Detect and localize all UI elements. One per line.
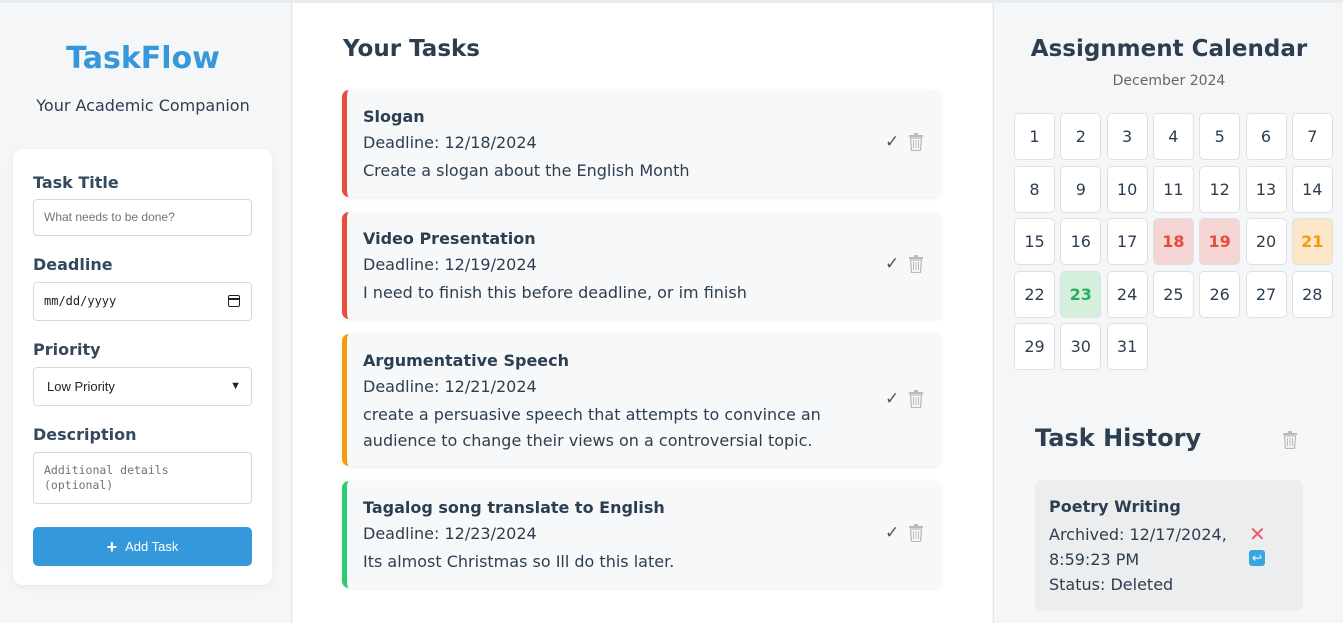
tasks-heading: Your Tasks: [343, 36, 480, 62]
history-title: Task History: [1035, 424, 1202, 452]
task-description: I need to finish this before deadline, o…: [363, 283, 747, 302]
calendar-day[interactable]: 9: [1060, 165, 1102, 213]
check-icon[interactable]: ✓: [885, 132, 899, 152]
calendar-day[interactable]: 17: [1106, 218, 1148, 265]
calendar-day[interactable]: 26: [1199, 270, 1241, 318]
delete-permanently-icon[interactable]: ✕: [1249, 522, 1266, 546]
calendar-day[interactable]: 29: [1014, 323, 1055, 370]
priority-selected-value: Low Priority: [47, 379, 115, 394]
task-form: Task Title What needs to be done? Deadli…: [13, 149, 272, 585]
calendar-day[interactable]: 25: [1152, 270, 1194, 318]
calendar-month: December 2024: [1112, 73, 1226, 89]
calendar-day[interactable]: 27: [1245, 270, 1287, 318]
calendar-day[interactable]: 14: [1291, 165, 1333, 213]
task-title: Video Presentation: [363, 229, 536, 248]
calendar-day[interactable]: 5: [1199, 113, 1241, 160]
calendar-icon[interactable]: [228, 295, 240, 307]
trash-icon[interactable]: [908, 255, 924, 273]
description-textarea[interactable]: Additional details (optional): [33, 452, 252, 504]
calendar-day[interactable]: 22: [1014, 270, 1055, 318]
task-title: Tagalog song translate to English: [363, 498, 665, 517]
deadline-label: Deadline: [33, 255, 113, 274]
history-item: Poetry Writing Archived: 12/17/2024, 8:5…: [1035, 480, 1303, 611]
calendar-day[interactable]: 16: [1060, 218, 1102, 265]
task-deadline: Deadline: 12/19/2024: [363, 255, 537, 274]
calendar-day[interactable]: 6: [1245, 113, 1287, 160]
priority-select[interactable]: Low Priority ▼: [33, 367, 252, 406]
calendar-day[interactable]: 15: [1014, 218, 1055, 265]
task-title-input[interactable]: What needs to be done?: [33, 199, 252, 236]
calendar-day[interactable]: 28: [1291, 270, 1333, 318]
history-item-title: Poetry Writing: [1049, 497, 1181, 516]
trash-icon[interactable]: [908, 133, 924, 151]
calendar-day[interactable]: 23: [1060, 270, 1102, 318]
description-label: Description: [33, 425, 137, 444]
calendar-day[interactable]: 20: [1245, 218, 1287, 265]
trash-icon[interactable]: [908, 524, 924, 542]
task-title: Slogan: [363, 107, 425, 126]
description-placeholder: Additional details (optional): [44, 463, 169, 492]
deadline-input[interactable]: mm/dd/yyyy: [33, 282, 252, 321]
calendar-day[interactable]: 21: [1291, 218, 1333, 265]
calendar-day[interactable]: 30: [1060, 323, 1102, 370]
check-icon[interactable]: ✓: [885, 389, 899, 409]
right-panel: Assignment Calendar December 2024 123456…: [993, 3, 1343, 623]
sidebar: TaskFlow Your Academic Companion Task Ti…: [0, 3, 292, 623]
plus-icon: +: [106, 536, 118, 557]
calendar-day[interactable]: 8: [1014, 165, 1055, 213]
calendar-day[interactable]: 11: [1152, 165, 1194, 213]
chevron-down-icon: ▼: [230, 380, 241, 392]
task-title: Argumentative Speech: [363, 351, 570, 370]
task-deadline: Deadline: 12/18/2024: [363, 133, 537, 152]
check-icon[interactable]: ✓: [885, 523, 899, 543]
app-tagline: Your Academic Companion: [36, 96, 250, 115]
task-deadline: Deadline: 12/23/2024: [363, 524, 537, 543]
calendar-day[interactable]: 1: [1014, 113, 1055, 160]
deadline-value: mm/dd/yyyy: [44, 294, 117, 308]
calendar-day[interactable]: 4: [1152, 113, 1194, 160]
calendar-day[interactable]: 31: [1106, 323, 1148, 370]
task-description: Its almost Christmas so Ill do this late…: [363, 552, 675, 571]
task-card: Tagalog song translate to English Deadli…: [342, 481, 941, 588]
app-logo: TaskFlow: [66, 41, 220, 76]
task-card: Slogan Deadline: 12/18/2024 Create a slo…: [342, 90, 941, 197]
add-task-button[interactable]: + Add Task: [33, 527, 252, 566]
calendar-day[interactable]: 24: [1106, 270, 1148, 318]
restore-icon[interactable]: ↩: [1249, 550, 1265, 566]
calendar-day[interactable]: 2: [1060, 113, 1102, 160]
task-description: create a persuasive speech that attempts…: [363, 405, 821, 450]
task-title-label: Task Title: [33, 173, 119, 192]
check-icon[interactable]: ✓: [885, 254, 899, 274]
calendar-day[interactable]: 12: [1199, 165, 1241, 213]
priority-label: Priority: [33, 340, 101, 359]
history-item-archived: Archived: 12/17/2024, 8:59:23 PM: [1049, 525, 1227, 569]
clear-history-trash-icon[interactable]: [1282, 431, 1298, 449]
calendar-day[interactable]: 10: [1106, 165, 1148, 213]
calendar-day[interactable]: 7: [1291, 113, 1333, 160]
history-item-status: Status: Deleted: [1049, 575, 1174, 594]
calendar-day[interactable]: 19: [1199, 218, 1241, 265]
calendar-title: Assignment Calendar: [1030, 36, 1308, 62]
calendar-day[interactable]: 3: [1106, 113, 1148, 160]
add-task-label: Add Task: [125, 539, 179, 554]
task-description: Create a slogan about the English Month: [363, 161, 690, 180]
tasks-panel: Your Tasks Slogan Deadline: 12/18/2024 C…: [293, 3, 992, 623]
calendar-day[interactable]: 13: [1245, 165, 1287, 213]
task-card: Video Presentation Deadline: 12/19/2024 …: [342, 212, 941, 319]
calendar-day[interactable]: 18: [1152, 218, 1194, 265]
task-deadline: Deadline: 12/21/2024: [363, 377, 537, 396]
trash-icon[interactable]: [908, 390, 924, 408]
task-title-placeholder: What needs to be done?: [44, 210, 175, 224]
task-card: Argumentative Speech Deadline: 12/21/202…: [342, 334, 941, 466]
